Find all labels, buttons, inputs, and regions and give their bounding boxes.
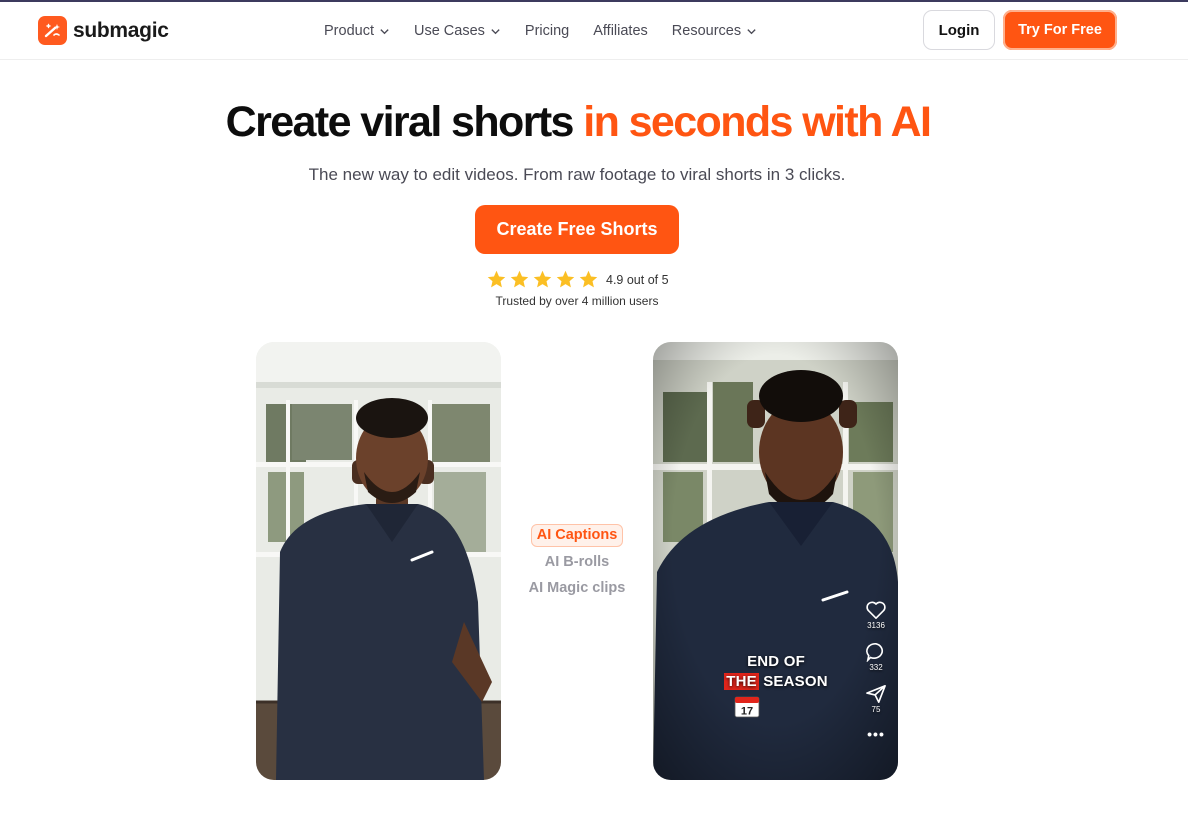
star-icon: [487, 270, 506, 288]
caption-highlight-word: THE: [724, 673, 759, 690]
try-for-free-button[interactable]: Try For Free: [1003, 10, 1117, 50]
nav-product-label: Product: [324, 23, 374, 39]
trusted-text: Trusted by over 4 million users: [495, 294, 659, 308]
calendar-day: 17: [741, 706, 753, 718]
chevron-down-icon: [747, 28, 756, 34]
star-icon: [556, 270, 575, 288]
caption-line-2: THE SEASON: [711, 672, 841, 692]
engagement-sidebar: 3136 332 75 •••: [861, 600, 891, 744]
shares-count: 75: [871, 705, 881, 714]
main-nav: Product Use Cases Pricing Affiliates Res…: [312, 2, 769, 60]
comments-count: 332: [869, 663, 883, 672]
comment-icon[interactable]: [865, 642, 887, 662]
create-free-shorts-button[interactable]: Create Free Shorts: [475, 205, 679, 254]
submagic-logo[interactable]: submagic: [38, 16, 169, 45]
nav-pricing[interactable]: Pricing: [513, 23, 581, 39]
calendar-emoji-icon: 17: [734, 696, 760, 718]
nav-use-cases-label: Use Cases: [413, 23, 485, 39]
site-header: submagic Product Use Cases Pricing Affil…: [0, 2, 1188, 60]
heart-icon[interactable]: [865, 600, 887, 620]
raw-video-preview[interactable]: [256, 342, 501, 780]
chevron-down-icon: [380, 28, 389, 34]
share-icon[interactable]: [865, 684, 887, 704]
raw-video-frame: [256, 342, 501, 780]
rating-text: 4.9 out of 5: [606, 272, 669, 287]
feature-ai-captions[interactable]: AI Captions: [530, 524, 624, 547]
hero-title-accent: in seconds with AI: [583, 98, 932, 146]
nav-affiliates-label: Affiliates: [593, 23, 648, 39]
nav-pricing-label: Pricing: [524, 23, 570, 39]
nav-resources-label: Resources: [671, 23, 742, 39]
edited-video-preview[interactable]: END OF THE SEASON 17 3136 332 75 •••: [653, 342, 898, 780]
feature-ai-magic-clips[interactable]: AI Magic clips: [520, 575, 634, 601]
nav-affiliates[interactable]: Affiliates: [581, 23, 660, 39]
caption-line-1: END OF: [747, 653, 805, 670]
more-options-icon[interactable]: •••: [867, 726, 885, 742]
login-button[interactable]: Login: [923, 10, 995, 50]
caption-line-2-rest: SEASON: [763, 673, 828, 690]
magic-wand-icon: [38, 16, 67, 45]
feature-list: AI Captions AI B-rolls AI Magic clips: [520, 524, 634, 601]
star-icon: [510, 270, 529, 288]
hero-title-main: Create viral shorts: [225, 98, 575, 146]
brand-name: submagic: [73, 18, 169, 42]
nav-use-cases[interactable]: Use Cases: [402, 23, 513, 39]
nav-resources[interactable]: Resources: [660, 23, 769, 39]
star-icon: [533, 270, 552, 288]
hero-title: Create viral shorts in seconds with AI: [0, 98, 1156, 147]
video-caption: END OF THE SEASON: [711, 652, 841, 692]
star-icon: [579, 270, 598, 288]
chevron-down-icon: [491, 28, 500, 34]
feature-ai-b-rolls[interactable]: AI B-rolls: [520, 549, 634, 575]
nav-product[interactable]: Product: [312, 23, 402, 39]
hero-subtitle: The new way to edit videos. From raw foo…: [308, 165, 846, 184]
rating-row: 4.9 out of 5: [486, 269, 669, 290]
likes-count: 3136: [867, 621, 885, 630]
